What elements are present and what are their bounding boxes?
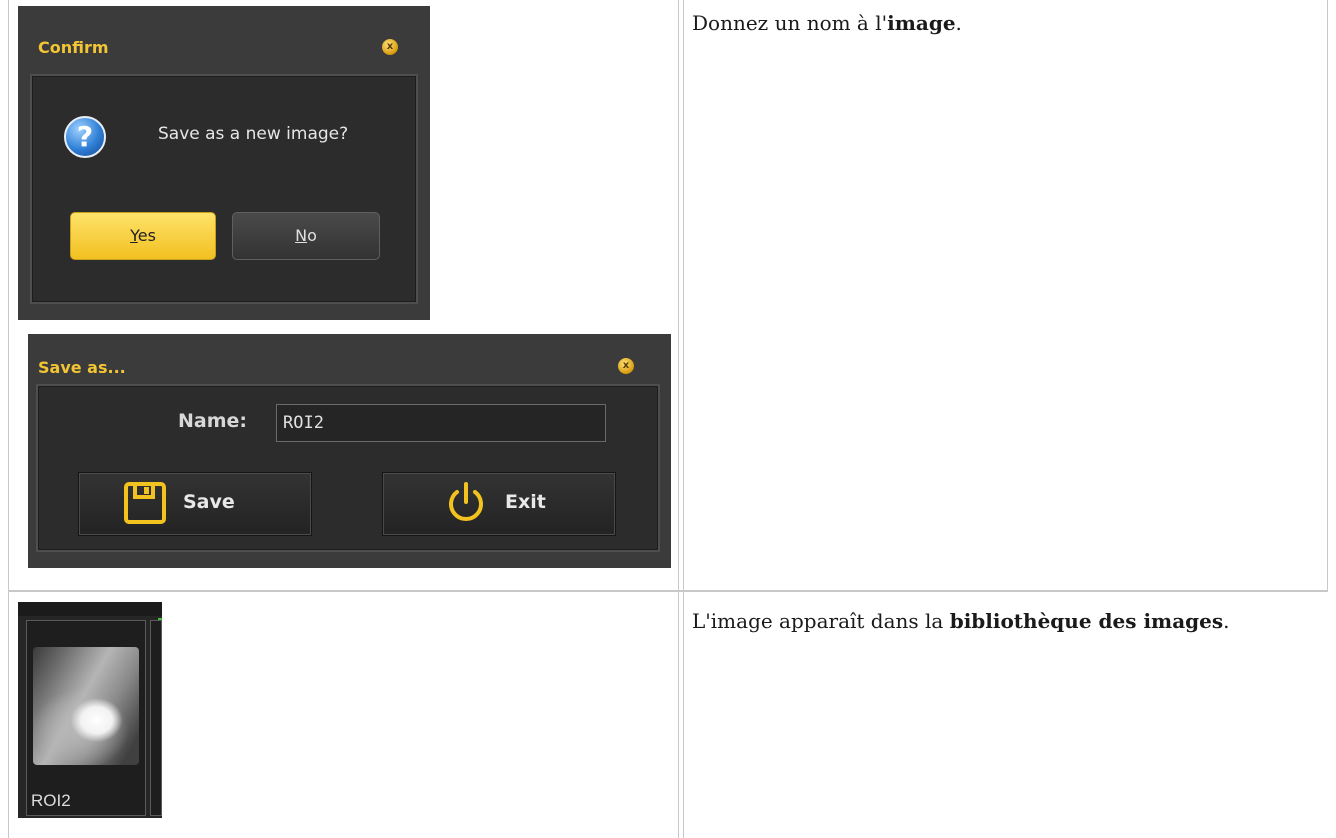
library-header-strip [18,602,162,616]
save-as-dialog: Save as... x Name: ROI2 Save Exit [28,334,671,568]
no-label: o [307,226,317,245]
yes-label: es [137,226,156,245]
xray-image [33,647,139,765]
row2-text: L'image apparaît dans la [692,609,950,633]
floppy-disk-icon [124,482,166,524]
table-border-middle-2 [683,0,684,838]
no-button[interactable]: No [232,212,380,260]
power-icon [449,482,483,521]
confirm-dialog-title: Confirm [38,38,109,57]
save-button-label: Save [183,491,235,513]
no-mnemonic: N [295,226,308,245]
row1-text: Donnez un nom à l' [692,11,888,35]
confirm-message: Save as a new image? [158,124,349,144]
name-input[interactable]: ROI2 [276,404,606,442]
library-thumbnail-next[interactable] [150,620,162,816]
close-icon[interactable]: x [382,39,398,55]
name-label: Name: [178,410,248,432]
row2-text-end: . [1223,609,1230,633]
question-icon: ? [64,116,106,158]
table-row-divider [8,590,1328,592]
thumbnail-caption: ROI2 [31,791,71,810]
table-border-middle [678,0,679,838]
confirm-dialog-body: ? Save as a new image? Yes No [30,74,418,304]
image-library: ROI2 [18,602,162,818]
table-border-right [1327,0,1328,590]
row1-text-end: . [955,11,962,35]
exit-button-label: Exit [505,491,546,513]
row1-instruction: Donnez un nom à l'image. [692,12,1312,34]
row2-bold-term: bibliothèque des images [949,609,1224,633]
save-button[interactable]: Save [78,472,312,536]
library-thumbnail[interactable]: ROI2 [26,620,146,816]
exit-button[interactable]: Exit [382,472,616,536]
table-border-left [8,0,9,838]
row2-instruction: L'image apparaît dans la bibliothèque de… [692,610,1272,632]
save-as-dialog-body: Name: ROI2 Save Exit [36,384,660,552]
save-as-dialog-title: Save as... [38,358,126,377]
close-icon[interactable]: x [618,358,634,374]
yes-mnemonic: Y [130,226,138,245]
confirm-dialog: Confirm x ? Save as a new image? Yes No [18,6,430,320]
row1-bold-term: image [887,11,956,35]
yes-button[interactable]: Yes [70,212,216,260]
